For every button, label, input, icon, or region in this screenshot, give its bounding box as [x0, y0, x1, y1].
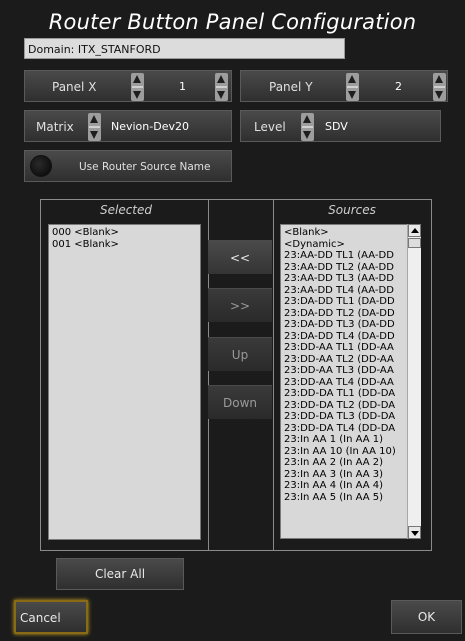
panel-x-control[interactable]: Panel X 1: [24, 70, 232, 102]
list-item[interactable]: 23:In AA 3 (In AA 3): [284, 469, 404, 481]
panel-y-label: Panel Y: [269, 80, 313, 94]
matrix-control[interactable]: Matrix Nevion-Dev20: [24, 110, 232, 142]
spin-up-icon: [217, 75, 225, 83]
list-item[interactable]: <Dynamic>: [284, 239, 404, 251]
list-item[interactable]: 23:In AA 5 (In AA 5): [284, 492, 404, 504]
scroll-up-icon: [411, 228, 419, 233]
list-item[interactable]: 23:DA-DD TL3 (DA-DD: [284, 319, 404, 331]
use-router-source-name-toggle[interactable]: Use Router Source Name: [24, 150, 232, 182]
panel-x-value: 1: [179, 80, 186, 93]
list-item[interactable]: 23:DD-AA TL4 (DD-AA: [284, 377, 404, 389]
list-item[interactable]: 23:DD-DA TL3 (DD-DA: [284, 411, 404, 423]
spin-up-icon: [348, 75, 356, 83]
window-title: Router Button Panel Configuration: [48, 10, 417, 34]
list-item[interactable]: 23:DD-DA TL4 (DD-DA: [284, 423, 404, 435]
scroll-thumb[interactable]: [408, 238, 421, 248]
spin-down-icon: [90, 131, 98, 139]
selected-header: Selected: [99, 203, 153, 217]
panel-x-spinner[interactable]: [131, 73, 144, 101]
matrix-label: Matrix: [36, 120, 74, 134]
remove-from-selected-button[interactable]: >>: [208, 288, 272, 322]
scroll-down-icon: [411, 531, 419, 536]
list-item[interactable]: 23:DA-DD TL4 (DA-DD: [284, 331, 404, 343]
scroll-down-button[interactable]: [408, 526, 421, 539]
spin-up-icon: [435, 75, 443, 83]
list-item[interactable]: 23:DD-AA TL2 (DD-AA: [284, 354, 404, 366]
list-item[interactable]: 23:AA-DD TL1 (AA-DD: [284, 250, 404, 262]
clear-all-button[interactable]: Clear All: [56, 558, 184, 590]
sources-header: Sources: [328, 203, 376, 217]
spin-down-icon: [217, 91, 225, 99]
move-down-button[interactable]: Down: [208, 385, 272, 419]
cancel-button[interactable]: Cancel: [14, 600, 88, 634]
list-item[interactable]: 23:AA-DD TL4 (AA-DD: [284, 285, 404, 297]
level-value: SDV: [325, 120, 348, 133]
list-item[interactable]: 23:In AA 4 (In AA 4): [284, 480, 404, 492]
list-item[interactable]: 23:DA-DD TL2 (DA-DD: [284, 308, 404, 320]
list-item[interactable]: 23:DD-AA TL1 (DD-AA: [284, 342, 404, 354]
list-item[interactable]: <Blank>: [284, 227, 404, 239]
list-item[interactable]: 23:DD-DA TL1 (DD-DA: [284, 388, 404, 400]
spin-down-icon: [435, 91, 443, 99]
list-item[interactable]: 23:In AA 1 (In AA 1): [284, 434, 404, 446]
list-item[interactable]: 23:In AA 10 (In AA 10): [284, 446, 404, 458]
list-item[interactable]: 23:DD-AA TL3 (DD-AA: [284, 365, 404, 377]
sources-scrollbar[interactable]: [407, 224, 421, 539]
list-item[interactable]: 23:DA-DD TL1 (DA-DD: [284, 296, 404, 308]
panel-x-spinner-right[interactable]: [215, 73, 228, 101]
move-up-button[interactable]: Up: [208, 337, 272, 371]
list-item[interactable]: 23:In AA 2 (In AA 2): [284, 457, 404, 469]
use-router-source-name-label: Use Router Source Name: [79, 161, 211, 173]
domain-field: Domain: ITX_STANFORD: [24, 38, 345, 59]
level-control[interactable]: Level SDV: [240, 110, 441, 142]
panel-y-spinner[interactable]: [346, 73, 359, 101]
list-item[interactable]: 23:AA-DD TL3 (AA-DD: [284, 273, 404, 285]
scroll-up-button[interactable]: [408, 224, 421, 237]
matrix-spinner[interactable]: [88, 113, 101, 141]
panel-x-label: Panel X: [52, 80, 97, 94]
add-to-selected-button[interactable]: <<: [208, 240, 272, 274]
level-label: Level: [254, 120, 286, 134]
matrix-value: Nevion-Dev20: [111, 120, 189, 133]
list-item[interactable]: 23:DD-DA TL2 (DD-DA: [284, 400, 404, 412]
panel-y-value: 2: [395, 80, 402, 93]
list-item[interactable]: 001 <Blank>: [52, 239, 197, 251]
sources-list[interactable]: <Blank> <Dynamic> 23:AA-DD TL1 (AA-DD 23…: [280, 224, 408, 539]
selected-list[interactable]: 000 <Blank> 001 <Blank>: [48, 224, 201, 540]
spin-up-icon: [133, 75, 141, 83]
spin-up-icon: [90, 115, 98, 123]
list-item[interactable]: 000 <Blank>: [52, 227, 197, 239]
level-spinner[interactable]: [301, 113, 314, 141]
spin-down-icon: [303, 131, 311, 139]
spin-up-icon: [303, 115, 311, 123]
toggle-led-icon: [30, 155, 52, 177]
panel-y-spinner-right[interactable]: [433, 73, 446, 101]
spin-down-icon: [348, 91, 356, 99]
ok-button[interactable]: OK: [391, 600, 462, 634]
panel-y-control[interactable]: Panel Y 2: [240, 70, 448, 102]
spin-down-icon: [133, 91, 141, 99]
list-item[interactable]: 23:AA-DD TL2 (AA-DD: [284, 262, 404, 274]
